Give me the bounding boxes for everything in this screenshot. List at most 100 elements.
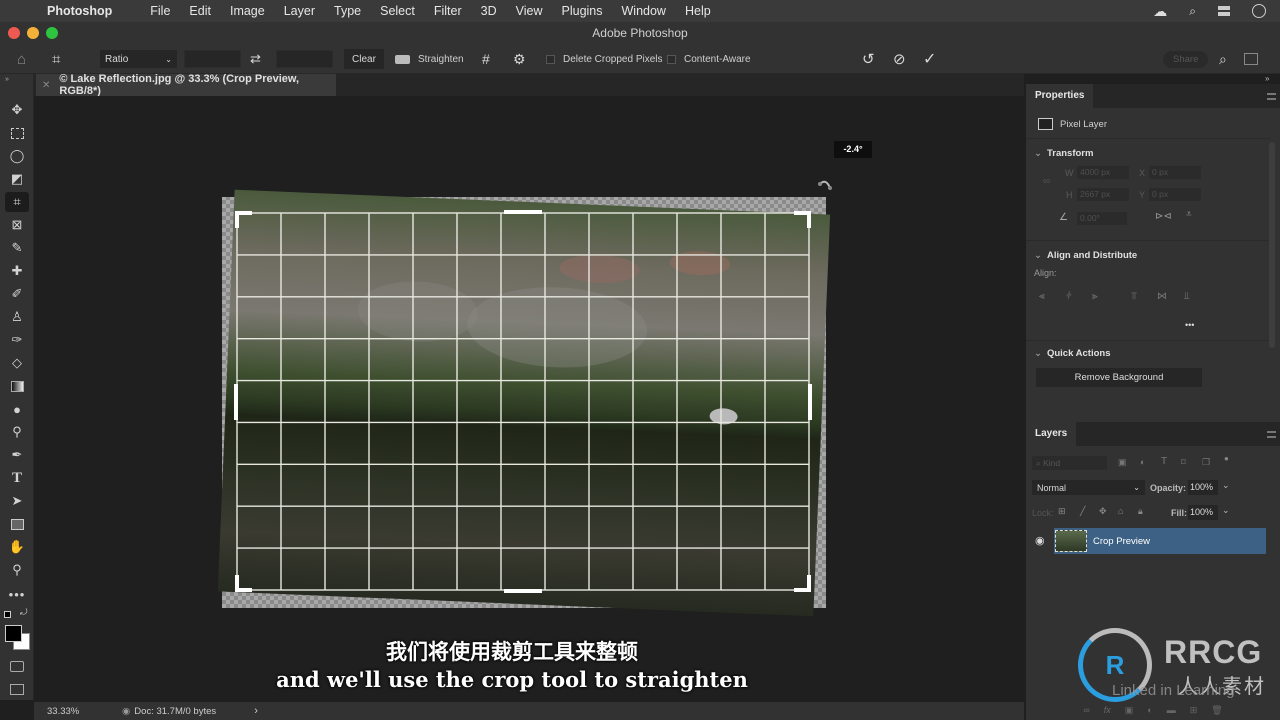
- menu-layer[interactable]: Layer: [284, 4, 315, 18]
- fill-field[interactable]: 100%: [1188, 505, 1218, 520]
- menu-image[interactable]: Image: [230, 4, 265, 18]
- filter-adjustment-icon[interactable]: ◐: [1140, 457, 1145, 467]
- lock-transparent-icon[interactable]: ⊞: [1058, 506, 1066, 517]
- layer-row[interactable]: ◉ Crop Preview: [1026, 528, 1266, 554]
- collapse-toolbar-icon[interactable]: »: [5, 76, 9, 83]
- layer-name[interactable]: Crop Preview: [1093, 536, 1150, 547]
- default-colors-icon[interactable]: [4, 611, 11, 618]
- search-icon[interactable]: ⌕: [1219, 51, 1227, 68]
- reset-icon[interactable]: ↺: [862, 50, 875, 68]
- status-chevron-icon[interactable]: ›: [254, 705, 258, 717]
- more-align-options[interactable]: •••: [1185, 320, 1194, 330]
- minimize-window-button[interactable]: [27, 27, 39, 39]
- straighten-icon[interactable]: [395, 54, 410, 64]
- path-select-tool-icon[interactable]: ➤: [5, 491, 29, 511]
- move-tool-icon[interactable]: ✥: [5, 100, 29, 120]
- transform-section[interactable]: ⌄ Transform: [1034, 148, 1093, 159]
- filter-type-icon[interactable]: T: [1161, 456, 1167, 467]
- link-icon[interactable]: ∞: [1043, 176, 1050, 187]
- blur-tool-icon[interactable]: ●: [5, 399, 29, 419]
- content-aware-checkbox[interactable]: [667, 54, 676, 64]
- filter-pixel-icon[interactable]: ▣: [1118, 457, 1127, 468]
- right-panel-collapse-icon[interactable]: »: [1265, 74, 1269, 83]
- lock-image-icon[interactable]: ╱: [1080, 506, 1085, 517]
- brush-tool-icon[interactable]: ✐: [5, 284, 29, 304]
- lock-all-icon[interactable]: 🔒︎: [1138, 506, 1143, 517]
- lock-artboard-icon[interactable]: ⌂: [1118, 506, 1123, 516]
- height-field[interactable]: 2667 px: [1077, 188, 1129, 201]
- healing-tool-icon[interactable]: ✚: [5, 261, 29, 281]
- eraser-tool-icon[interactable]: ◇: [5, 353, 29, 373]
- straighten-label[interactable]: Straighten: [418, 54, 464, 65]
- overlay-grid-icon[interactable]: #: [482, 51, 490, 67]
- filter-smart-object-icon[interactable]: ❐: [1202, 457, 1210, 468]
- remove-background-button[interactable]: Remove Background: [1036, 368, 1202, 387]
- cancel-icon[interactable]: ⊘: [893, 50, 906, 68]
- crop-canvas[interactable]: [34, 96, 1024, 700]
- app-menu[interactable]: Photoshop: [47, 4, 112, 18]
- canvas-area[interactable]: -2.4°: [34, 96, 1024, 700]
- workspace-icon[interactable]: [1244, 53, 1258, 65]
- history-brush-tool-icon[interactable]: ✑: [5, 330, 29, 350]
- align-distribute-section[interactable]: ⌄ Align and Distribute: [1034, 250, 1137, 261]
- delete-cropped-checkbox[interactable]: [546, 54, 555, 64]
- lock-position-icon[interactable]: ✥: [1099, 506, 1107, 517]
- frame-tool-icon[interactable]: ⊠: [5, 215, 29, 235]
- pen-tool-icon[interactable]: ✒: [5, 445, 29, 465]
- maximize-window-button[interactable]: [46, 27, 58, 39]
- crop-tool-preset-icon[interactable]: ⌗: [52, 51, 60, 68]
- width-field[interactable]: 4000 px: [1077, 166, 1129, 179]
- menu-select[interactable]: Select: [380, 4, 415, 18]
- lasso-tool-icon[interactable]: ◯: [5, 146, 29, 166]
- properties-tab[interactable]: Properties: [1026, 84, 1094, 108]
- filter-toggle-icon[interactable]: ●: [1224, 454, 1229, 463]
- gradient-tool-icon[interactable]: [5, 376, 29, 396]
- align-vertical-center-icon[interactable]: ⋈: [1157, 291, 1167, 302]
- opacity-chevron-icon[interactable]: ⌄: [1222, 480, 1230, 491]
- close-tab-icon[interactable]: ✕: [42, 80, 50, 91]
- visibility-eye-icon[interactable]: ◉: [1035, 534, 1045, 547]
- menu-view[interactable]: View: [516, 4, 543, 18]
- kind-filter[interactable]: ⌕ Kind: [1032, 456, 1107, 470]
- align-left-icon[interactable]: ⫷: [1039, 291, 1045, 302]
- menu-filter[interactable]: Filter: [434, 4, 462, 18]
- menu-file[interactable]: File: [150, 4, 170, 18]
- type-tool-icon[interactable]: T: [5, 468, 29, 488]
- panel-menu-icon[interactable]: [1267, 93, 1276, 100]
- gear-icon[interactable]: ⚙: [513, 51, 526, 68]
- more-tools-icon[interactable]: •••: [5, 584, 29, 604]
- menu-3d[interactable]: 3D: [481, 4, 497, 18]
- zoom-level[interactable]: 33.33%: [47, 706, 122, 717]
- menu-plugins[interactable]: Plugins: [562, 4, 603, 18]
- zoom-tool-icon[interactable]: ⚲: [5, 560, 29, 580]
- blend-mode-dropdown[interactable]: Normal ⌄: [1032, 480, 1145, 495]
- swap-icon[interactable]: ⇄: [250, 51, 261, 67]
- document-tab[interactable]: ✕ © Lake Reflection.jpg @ 33.3% (Crop Pr…: [36, 73, 336, 97]
- rectangle-tool-icon[interactable]: [5, 514, 29, 534]
- close-window-button[interactable]: [8, 27, 20, 39]
- menu-help[interactable]: Help: [685, 4, 711, 18]
- dodge-tool-icon[interactable]: ⚲: [5, 422, 29, 442]
- commit-checkmark-icon[interactable]: ✓: [923, 49, 936, 69]
- flip-vertical-icon[interactable]: ⩡: [1186, 209, 1192, 220]
- creative-cloud-icon[interactable]: ☁: [1153, 3, 1167, 20]
- doc-info[interactable]: Doc: 31.7M/0 bytes: [134, 706, 249, 717]
- menu-edit[interactable]: Edit: [189, 4, 211, 18]
- x-field[interactable]: 0 px: [1149, 166, 1201, 179]
- marquee-tool-icon[interactable]: [5, 123, 29, 143]
- align-bottom-icon[interactable]: ⫫: [1184, 291, 1190, 302]
- crop-tool-icon[interactable]: ⌗: [5, 192, 29, 212]
- align-horizontal-center-icon[interactable]: ⫩: [1066, 291, 1072, 302]
- angle-field[interactable]: 0.00°: [1077, 212, 1127, 225]
- eyedropper-tool-icon[interactable]: ✎: [5, 238, 29, 258]
- opacity-field[interactable]: 100%: [1188, 480, 1218, 495]
- align-top-icon[interactable]: ⫪: [1131, 291, 1137, 302]
- y-field[interactable]: 0 px: [1149, 188, 1201, 201]
- search-icon[interactable]: ⌕: [1189, 4, 1196, 19]
- share-button[interactable]: Share: [1163, 50, 1209, 68]
- panel-menu-icon[interactable]: [1267, 431, 1276, 438]
- swap-colors-icon[interactable]: ⤾: [20, 607, 28, 618]
- align-right-icon[interactable]: ⫸: [1092, 291, 1098, 302]
- menu-window[interactable]: Window: [622, 4, 666, 18]
- hand-tool-icon[interactable]: ✋: [5, 537, 29, 557]
